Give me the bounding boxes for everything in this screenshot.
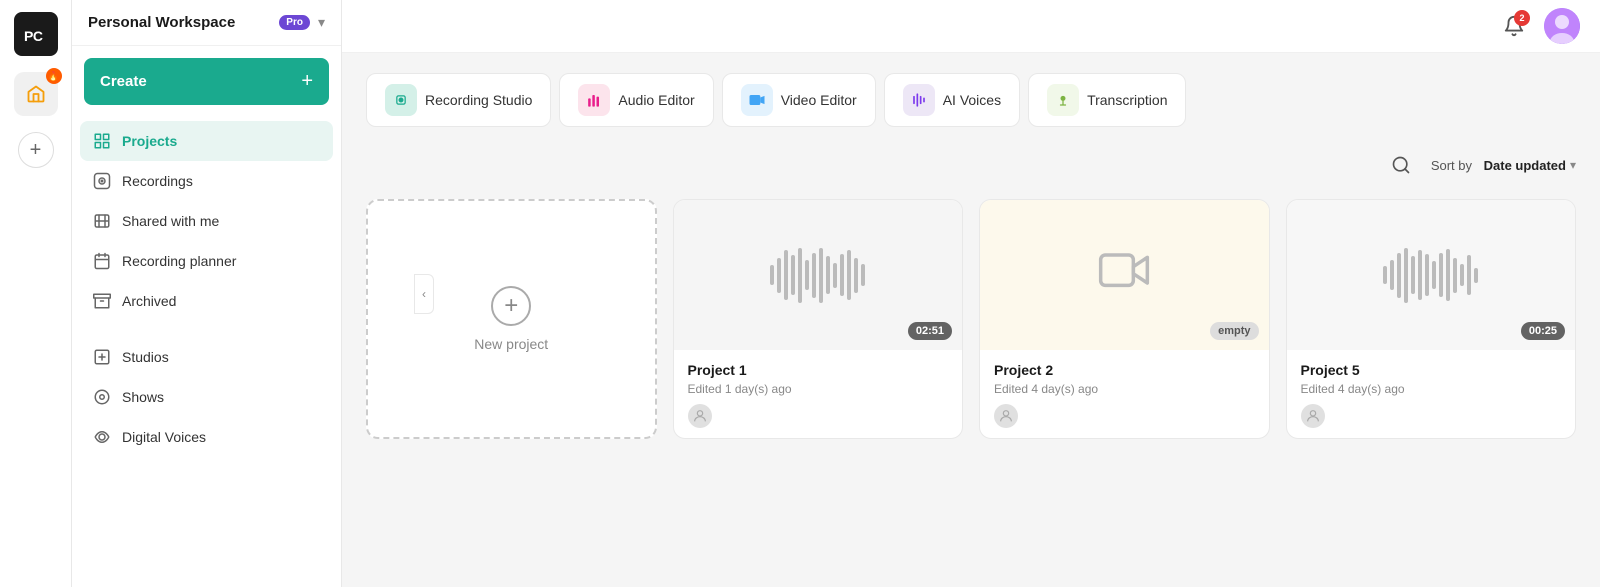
tab-transcription-label: Transcription <box>1087 92 1167 108</box>
project2-video-icon <box>1096 241 1152 310</box>
sidebar-label-digital-voices: Digital Voices <box>122 429 206 445</box>
pro-badge: Pro <box>279 15 310 30</box>
project1-duration-badge: 02:51 <box>908 322 952 340</box>
main-content: 2 Recording Studio <box>342 0 1600 587</box>
workspace-chevron-icon[interactable]: ▾ <box>318 14 325 31</box>
tab-audio-editor-label: Audio Editor <box>618 92 694 108</box>
recording-studio-icon <box>385 84 417 116</box>
topbar: 2 <box>342 0 1600 53</box>
sidebar-item-shows[interactable]: Shows <box>80 377 333 417</box>
project5-info: Project 5 Edited 4 day(s) ago <box>1287 350 1576 438</box>
content-area: Recording Studio Audio Editor <box>342 53 1600 587</box>
recordings-icon <box>92 171 112 191</box>
project1-waveform <box>770 245 865 305</box>
project2-info: Project 2 Edited 4 day(s) ago <box>980 350 1269 438</box>
sidebar-label-planner: Recording planner <box>122 253 236 269</box>
project2-subtitle: Edited 4 day(s) ago <box>994 382 1255 396</box>
tab-audio-editor[interactable]: Audio Editor <box>559 73 713 127</box>
tab-video-editor-label: Video Editor <box>781 92 857 108</box>
sidebar-label-studios: Studios <box>122 349 169 365</box>
sidebar-item-shared[interactable]: Shared with me <box>80 201 333 241</box>
project5-duration-badge: 00:25 <box>1521 322 1565 340</box>
project2-empty-badge: empty <box>1210 322 1258 340</box>
project-card-5[interactable]: 00:25 Project 5 Edited 4 day(s) ago <box>1286 199 1577 439</box>
notification-badge: 2 <box>1514 10 1530 26</box>
user-avatar[interactable] <box>1544 8 1580 44</box>
left-rail: PC 🔥 + <box>0 0 72 587</box>
project-card-1[interactable]: 02:51 Project 1 Edited 1 day(s) ago <box>673 199 964 439</box>
workspace-title: Personal Workspace <box>88 14 271 31</box>
tab-ai-voices-label: AI Voices <box>943 92 1001 108</box>
sort-value: Date updated <box>1484 158 1566 173</box>
project5-title: Project 5 <box>1301 362 1562 378</box>
svg-text:PC: PC <box>24 28 43 44</box>
search-button[interactable] <box>1383 147 1419 183</box>
project1-avatar <box>688 404 712 428</box>
notifications-button[interactable]: 2 <box>1496 8 1532 44</box>
home-button[interactable]: 🔥 <box>14 72 58 116</box>
sidebar-item-planner[interactable]: Recording planner <box>80 241 333 281</box>
sidebar-label-shows: Shows <box>122 389 164 405</box>
digital-voices-icon <box>92 427 112 447</box>
sidebar-item-digital-voices[interactable]: Digital Voices <box>80 417 333 457</box>
planner-icon <box>92 251 112 271</box>
tab-ai-voices[interactable]: AI Voices <box>884 73 1020 127</box>
project5-avatar <box>1301 404 1325 428</box>
workspace-header: Personal Workspace Pro ▾ <box>72 0 341 46</box>
project2-title: Project 2 <box>994 362 1255 378</box>
sidebar-label-shared: Shared with me <box>122 213 219 229</box>
sidebar-item-recordings[interactable]: Recordings <box>80 161 333 201</box>
tool-tabs-row: Recording Studio Audio Editor <box>366 73 1576 127</box>
shared-icon <box>92 211 112 231</box>
project5-waveform <box>1383 245 1478 305</box>
project1-subtitle: Edited 1 day(s) ago <box>688 382 949 396</box>
sidebar: Personal Workspace Pro ▾ Create + Projec… <box>72 0 342 587</box>
sidebar-collapse-button[interactable]: ‹ <box>414 274 434 314</box>
project2-avatar <box>994 404 1018 428</box>
sidebar-item-archived[interactable]: Archived <box>80 281 333 321</box>
nav-section-main: Projects Recordings Shared with me <box>72 117 341 587</box>
audio-editor-icon <box>578 84 610 116</box>
project5-subtitle: Edited 4 day(s) ago <box>1301 382 1562 396</box>
sidebar-item-studios[interactable]: Studios <box>80 337 333 377</box>
projects-icon <box>92 131 112 151</box>
project2-thumbnail: empty <box>980 200 1269 350</box>
sidebar-item-projects[interactable]: Projects <box>80 121 333 161</box>
studios-icon <box>92 347 112 367</box>
sort-chevron-icon: ▾ <box>1570 158 1576 172</box>
project5-thumbnail: 00:25 <box>1287 200 1576 350</box>
project1-title: Project 1 <box>688 362 949 378</box>
app-logo: PC <box>14 12 58 56</box>
tab-recording-studio[interactable]: Recording Studio <box>366 73 551 127</box>
home-badge: 🔥 <box>46 68 62 84</box>
create-plus-icon: + <box>301 70 313 93</box>
tab-transcription[interactable]: Transcription <box>1028 73 1186 127</box>
transcription-icon <box>1047 84 1079 116</box>
add-workspace-button[interactable]: + <box>18 132 54 168</box>
new-project-card[interactable]: + New project <box>366 199 657 439</box>
project-grid: + New project <box>366 199 1576 439</box>
create-button[interactable]: Create + <box>84 58 329 105</box>
ai-voices-icon <box>903 84 935 116</box>
archived-icon <box>92 291 112 311</box>
video-editor-icon <box>741 84 773 116</box>
new-project-label: New project <box>474 336 548 352</box>
tab-video-editor[interactable]: Video Editor <box>722 73 876 127</box>
sidebar-label-projects: Projects <box>122 133 177 149</box>
sort-control[interactable]: Sort by Date updated ▾ <box>1431 158 1576 173</box>
new-project-plus-icon: + <box>491 286 531 326</box>
project-card-2[interactable]: empty Project 2 Edited 4 day(s) ago <box>979 199 1270 439</box>
project1-info: Project 1 Edited 1 day(s) ago <box>674 350 963 438</box>
tab-recording-studio-label: Recording Studio <box>425 92 532 108</box>
sidebar-label-archived: Archived <box>122 293 176 309</box>
shows-icon <box>92 387 112 407</box>
toolbar-row: Sort by Date updated ▾ <box>366 147 1576 183</box>
project1-thumbnail: 02:51 <box>674 200 963 350</box>
sidebar-label-recordings: Recordings <box>122 173 193 189</box>
sort-label: Sort by <box>1431 158 1472 173</box>
